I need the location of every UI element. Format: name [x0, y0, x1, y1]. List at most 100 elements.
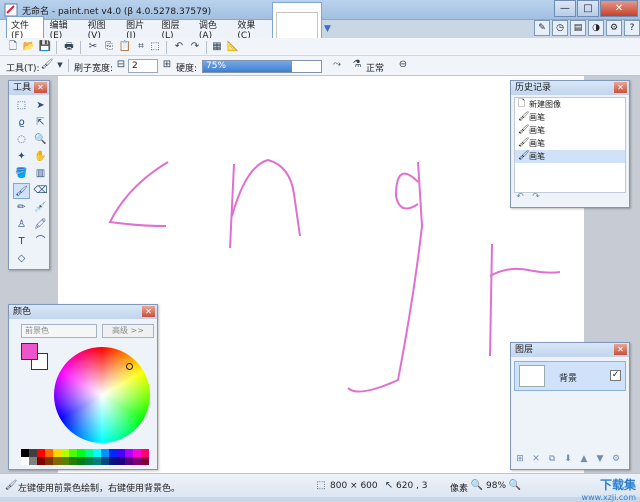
shapes-icon[interactable]: ◇ — [13, 251, 30, 267]
palette-swatch[interactable] — [133, 457, 141, 465]
paintbrush-icon[interactable]: 🖌 — [40, 58, 54, 72]
palette-swatch[interactable] — [69, 457, 77, 465]
palette-swatch[interactable] — [85, 449, 93, 457]
redo-icon[interactable]: ↷ — [530, 191, 542, 203]
chevron-down-icon[interactable]: ▼ — [53, 58, 67, 72]
palette-swatch[interactable] — [109, 449, 117, 457]
palette-swatch[interactable] — [125, 457, 133, 465]
close-icon[interactable]: ✕ — [142, 306, 155, 317]
tools-toggle-icon[interactable]: ✎ — [534, 20, 550, 36]
history-item-selected[interactable]: 🖌 画笔 — [515, 150, 625, 163]
palette-swatch[interactable] — [53, 457, 61, 465]
palette-swatch[interactable] — [77, 457, 85, 465]
palette-swatch[interactable] — [61, 449, 69, 457]
unit-select[interactable]: 像素 — [450, 481, 468, 494]
color-mode-select[interactable]: 前景色 — [21, 324, 97, 338]
palette-swatch[interactable] — [21, 449, 29, 457]
antialias-icon[interactable]: ⤳ — [330, 58, 344, 72]
add-layer-icon[interactable]: ⊞ — [514, 453, 526, 465]
primary-color-swatch[interactable] — [21, 343, 38, 360]
pan-hand-icon[interactable]: ✋ — [32, 149, 49, 165]
palette-swatch[interactable] — [53, 449, 61, 457]
ruler-icon[interactable]: 📐 — [226, 40, 240, 54]
palette-swatch[interactable] — [101, 457, 109, 465]
crop-icon[interactable]: ⌗ — [134, 40, 148, 54]
redo-icon[interactable]: ↷ — [188, 40, 202, 54]
close-icon[interactable]: ✕ — [614, 82, 627, 93]
lasso-icon[interactable]: ϱ — [13, 115, 30, 131]
palette-swatch[interactable] — [125, 449, 133, 457]
palette-swatch[interactable] — [109, 457, 117, 465]
history-item[interactable]: 🖌 画笔 — [515, 124, 625, 137]
merge-layer-icon[interactable]: ⬇ — [562, 453, 574, 465]
palette-swatch[interactable] — [117, 457, 125, 465]
palette-swatch[interactable] — [133, 449, 141, 457]
paintbrush-tool-icon[interactable]: 🖌 — [13, 183, 30, 199]
selection-mode-icon[interactable]: ⊖ — [396, 58, 410, 72]
decrease-icon[interactable]: ⊟ — [114, 58, 128, 72]
deselect-icon[interactable]: ⬚ — [148, 40, 162, 54]
zoom-level[interactable]: 98% — [486, 481, 506, 491]
move-selection-icon[interactable]: ⇱ — [32, 115, 49, 131]
clone-stamp-icon[interactable]: ♙ — [13, 217, 30, 233]
palette-swatch[interactable] — [101, 449, 109, 457]
hardness-slider[interactable]: 75% — [202, 60, 322, 73]
palette-swatch[interactable] — [21, 457, 29, 465]
save-icon[interactable]: 💾 — [38, 40, 52, 54]
palette-swatch[interactable] — [141, 449, 149, 457]
chevron-down-icon[interactable]: ▼ — [324, 24, 334, 34]
undo-icon[interactable]: ↶ — [172, 40, 186, 54]
palette-swatch[interactable] — [37, 449, 45, 457]
palette-swatch[interactable] — [93, 457, 101, 465]
ellipse-select-icon[interactable]: ◌ — [13, 132, 30, 148]
magic-wand-icon[interactable]: ✦ — [13, 149, 30, 165]
rectangle-select-icon[interactable]: ⬚ — [13, 98, 30, 114]
palette-swatch[interactable] — [61, 457, 69, 465]
blend-mode-icon[interactable]: ⚗ — [350, 58, 364, 72]
palette-swatch[interactable] — [117, 449, 125, 457]
open-folder-icon[interactable]: 📂 — [22, 40, 36, 54]
layers-toggle-icon[interactable]: ▤ — [570, 20, 586, 36]
new-file-icon[interactable]: 🗋 — [6, 40, 20, 54]
history-item[interactable]: 🖌 画笔 — [515, 137, 625, 150]
text-icon[interactable]: T — [13, 234, 30, 250]
grid-icon[interactable]: ▦ — [210, 40, 224, 54]
more-button[interactable]: 高级 >> — [102, 324, 154, 338]
line-curve-icon[interactable]: ⌒ — [32, 234, 49, 250]
increase-icon[interactable]: ⊞ — [160, 58, 174, 72]
maximize-button[interactable]: □ — [577, 0, 599, 17]
color-wheel[interactable] — [54, 347, 150, 443]
help-icon[interactable]: ? — [624, 20, 640, 36]
color-wheel-marker[interactable] — [126, 363, 133, 370]
layer-visible-checkbox[interactable]: ✓ — [610, 370, 621, 381]
blend-mode-select[interactable]: 正常 — [366, 61, 384, 74]
zoom-in-icon[interactable]: 🔍 — [508, 479, 522, 493]
palette-swatch[interactable] — [141, 457, 149, 465]
history-toggle-icon[interactable]: ◷ — [552, 20, 568, 36]
undo-icon[interactable]: ↶ — [514, 191, 526, 203]
colors-toggle-icon[interactable]: ◑ — [588, 20, 604, 36]
move-pixels-icon[interactable]: ➤ — [32, 98, 49, 114]
pencil-icon[interactable]: ✏ — [13, 200, 30, 216]
duplicate-layer-icon[interactable]: ⧉ — [546, 453, 558, 465]
layer-properties-icon[interactable]: ⚙ — [610, 453, 622, 465]
eraser-icon[interactable]: ⌫ — [32, 183, 49, 199]
paste-icon[interactable]: 📋 — [118, 40, 132, 54]
palette-swatch[interactable] — [45, 449, 53, 457]
settings-gear-icon[interactable]: ⚙ — [606, 20, 622, 36]
history-item[interactable]: 🗋 新建图像 — [515, 98, 625, 111]
palette-swatch[interactable] — [93, 449, 101, 457]
close-button[interactable]: ✕ — [600, 0, 638, 17]
zoom-icon[interactable]: 🔍 — [32, 132, 49, 148]
palette-swatch[interactable] — [69, 449, 77, 457]
brush-width-select[interactable]: 2 — [128, 59, 158, 73]
palette-swatch[interactable] — [37, 457, 45, 465]
gradient-icon[interactable]: ▥ — [32, 166, 49, 182]
color-palette[interactable] — [21, 449, 153, 465]
close-icon[interactable]: ✕ — [614, 344, 627, 355]
history-item[interactable]: 🖌 画笔 — [515, 111, 625, 124]
palette-swatch[interactable] — [45, 457, 53, 465]
zoom-out-icon[interactable]: 🔍 — [470, 479, 484, 493]
minimize-button[interactable]: — — [554, 0, 576, 17]
palette-swatch[interactable] — [77, 449, 85, 457]
